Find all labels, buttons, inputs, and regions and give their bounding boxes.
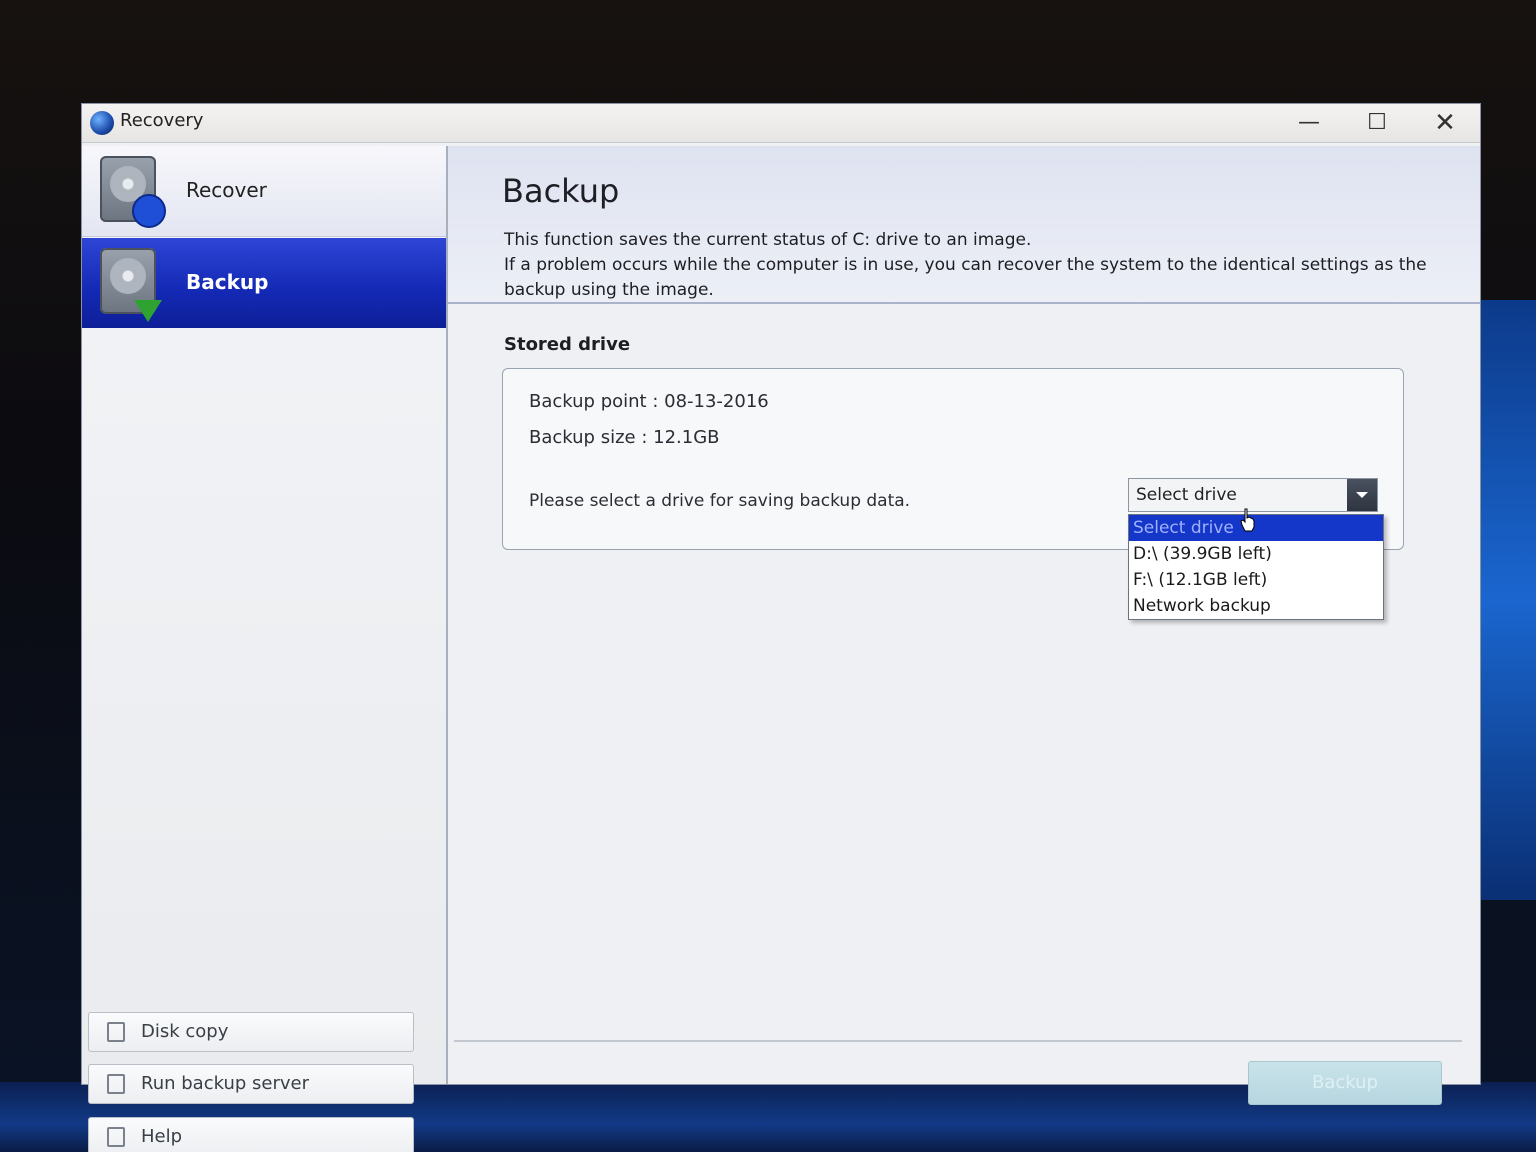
drive-select-value: Select drive [1136, 485, 1237, 505]
backup-button-label: Backup [1312, 1072, 1378, 1093]
backup-button[interactable]: Backup [1248, 1061, 1442, 1105]
help-label: Help [141, 1126, 183, 1147]
help-button[interactable]: Help [88, 1117, 414, 1152]
page-title: Backup [502, 172, 620, 210]
select-drive-prompt: Please select a drive for saving backup … [529, 491, 911, 511]
drive-dropdown-list: Select drive D:\ (39.9GB left) F:\ (12.1… [1128, 514, 1384, 620]
hand-cursor-icon [1240, 508, 1255, 532]
dropdown-option-d-drive[interactable]: D:\ (39.9GB left) [1129, 541, 1383, 567]
disk-backup-icon [100, 248, 162, 322]
maximize-button[interactable]: ☐ [1354, 106, 1400, 140]
page-header: Backup This function saves the current s… [448, 146, 1480, 304]
chevron-down-icon[interactable] [1347, 479, 1377, 511]
backup-size-text: Backup size : 12.1GB [529, 427, 720, 448]
help-icon [107, 1127, 125, 1147]
run-backup-server-label: Run backup server [141, 1073, 309, 1094]
stored-drive-title: Stored drive [504, 334, 631, 355]
minimize-button[interactable]: — [1286, 106, 1332, 140]
sidebar-item-label: Recover [186, 178, 267, 202]
recovery-window: Recovery — ☐ ✕ Recover Backup Disk copy … [82, 104, 1480, 1152]
description-line-2: If a problem occurs while the computer i… [504, 255, 1427, 300]
disk-restore-icon [100, 156, 166, 228]
page-description: This function saves the current status o… [504, 228, 1454, 303]
drive-select[interactable]: Select drive [1128, 478, 1378, 512]
main-panel: Backup This function saves the current s… [448, 146, 1480, 1105]
app-globe-icon [90, 111, 114, 135]
backup-point-text: Backup point : 08-13-2016 [529, 391, 769, 412]
sidebar-item-backup[interactable]: Backup [82, 238, 446, 328]
copy-icon [107, 1022, 125, 1042]
title-bar[interactable]: Recovery — ☐ ✕ [82, 104, 1480, 143]
dropdown-option-select-drive[interactable]: Select drive [1129, 515, 1383, 541]
dropdown-option-network-backup[interactable]: Network backup [1129, 593, 1383, 619]
close-button[interactable]: ✕ [1422, 106, 1468, 140]
disk-copy-button[interactable]: Disk copy [88, 1012, 414, 1052]
sidebar: Recover Backup Disk copy Run backup serv… [82, 146, 448, 1152]
dropdown-option-f-drive[interactable]: F:\ (12.1GB left) [1129, 567, 1383, 593]
footer-divider [454, 1040, 1462, 1042]
run-backup-server-button[interactable]: Run backup server [88, 1064, 414, 1104]
desktop-background-accent [1476, 300, 1536, 900]
server-icon [107, 1074, 125, 1094]
disk-copy-label: Disk copy [141, 1021, 229, 1042]
description-line-1: This function saves the current status o… [504, 230, 1032, 250]
sidebar-item-recover[interactable]: Recover [82, 146, 446, 237]
sidebar-item-label: Backup [186, 270, 269, 294]
window-title: Recovery [120, 110, 204, 131]
